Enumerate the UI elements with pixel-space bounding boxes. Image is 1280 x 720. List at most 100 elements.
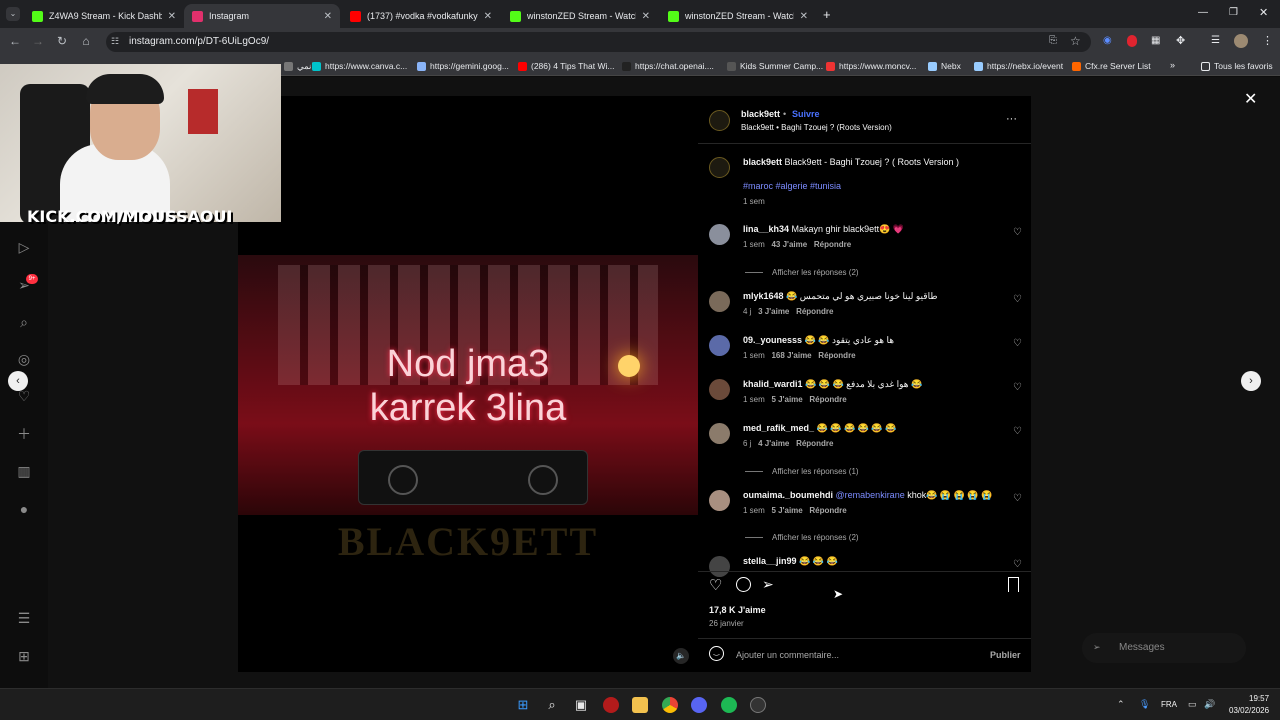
tab-close-icon[interactable]: ✕ <box>168 11 176 22</box>
task-view-icon[interactable]: ▣ <box>573 697 589 713</box>
comment-mention[interactable]: @remabenkirane <box>836 490 905 500</box>
like-icon[interactable]: ♡ <box>709 576 722 594</box>
language-indicator[interactable]: FRA <box>1161 700 1177 709</box>
view-replies-button[interactable]: Afficher les réponses (2) <box>745 533 859 542</box>
create-icon[interactable]: ＋ <box>16 426 32 442</box>
search-taskbar-icon[interactable]: ⌕ <box>544 697 560 713</box>
previous-post-button[interactable]: ‹ <box>8 371 28 391</box>
bookmark-item[interactable]: https://www.canva.c... <box>312 61 407 71</box>
comment-reply-button[interactable]: Répondre <box>818 351 855 360</box>
comment-username[interactable]: 09._younesss <box>743 335 802 345</box>
network-icon[interactable]: ▭ <box>1188 699 1197 710</box>
tab-close-icon[interactable]: ✕ <box>324 11 332 22</box>
comment-likes[interactable]: 3 J'aime <box>758 307 789 316</box>
next-post-button[interactable]: › <box>1241 371 1261 391</box>
tray-chevron-icon[interactable]: ⌃ <box>1117 699 1125 710</box>
dashboard-icon[interactable]: ▥ <box>16 463 32 479</box>
comment-username[interactable]: mlyk1648 <box>743 291 784 301</box>
also-from-meta-icon[interactable]: ⊞ <box>16 648 32 664</box>
browser-tab[interactable]: (1737) #vodka #vodkafunky #v ✕ <box>342 4 500 28</box>
comment-username[interactable]: khalid_wardi1 <box>743 379 803 389</box>
url-text[interactable]: instagram.com/p/DT-6UiLgOc9/ <box>129 36 269 47</box>
tab-close-icon[interactable]: ✕ <box>484 11 492 22</box>
all-bookmarks[interactable]: Tous les favoris <box>1201 61 1273 71</box>
audio-subtitle[interactable]: Black9ett • Baghi Tzouej ? (Roots Versio… <box>741 123 892 132</box>
comment-like-icon[interactable]: ♡ <box>1013 382 1022 393</box>
bookmark-item[interactable]: https://gemini.goog... <box>417 61 509 71</box>
tab-close-icon[interactable]: ✕ <box>800 11 808 22</box>
bookmark-item[interactable]: Cfx.re Server List <box>1072 61 1151 71</box>
caption-username[interactable]: black9ett <box>743 157 782 167</box>
comment-like-icon[interactable]: ♡ <box>1013 559 1022 570</box>
extension-red-icon[interactable] <box>1127 35 1137 47</box>
mute-icon[interactable]: 🔈 <box>673 648 689 664</box>
app-dark-icon[interactable] <box>750 697 766 713</box>
close-window-button[interactable]: ✕ <box>1259 6 1268 19</box>
bookmarks-overflow-icon[interactable]: » <box>1170 60 1175 70</box>
close-post-icon[interactable]: ✕ <box>1244 89 1257 109</box>
caption-hashtags[interactable]: #maroc #algerie #tunisia <box>743 181 841 191</box>
mic-icon[interactable]: 🎙 <box>1139 699 1150 710</box>
app-red-icon[interactable] <box>603 697 619 713</box>
comment-likes[interactable]: 168 J'aime <box>771 351 811 360</box>
browser-menu-icon[interactable]: ⋮ <box>1262 34 1273 47</box>
comment-reply-button[interactable]: Répondre <box>809 506 846 515</box>
author-avatar[interactable] <box>709 110 730 131</box>
emoji-icon[interactable]: ‿ <box>709 646 724 661</box>
tab-close-icon[interactable]: ✕ <box>642 11 650 22</box>
bookmark-item[interactable]: https://chat.openai.... <box>622 61 714 71</box>
browser-tab[interactable]: Instagram ✕ <box>184 4 340 28</box>
profile-avatar[interactable] <box>1234 34 1248 48</box>
volume-icon[interactable]: 🔊 <box>1204 699 1215 710</box>
likes-count[interactable]: 17,8 K J'aime <box>709 605 766 615</box>
view-replies-button[interactable]: Afficher les réponses (1) <box>745 467 859 476</box>
comment-likes[interactable]: 43 J'aime <box>771 240 807 249</box>
comment-reply-button[interactable]: Répondre <box>796 307 833 316</box>
browser-tab[interactable]: winstonZED Stream - Watch Live ✕ <box>660 4 816 28</box>
comment-reply-button[interactable]: Répondre <box>796 439 833 448</box>
comment-username[interactable]: lina__kh34 <box>743 224 789 234</box>
comment-like-icon[interactable]: ♡ <box>1013 227 1022 238</box>
bookmark-item[interactable]: (286) 4 Tips That Wi... <box>518 61 614 71</box>
tab-search-button[interactable]: ⌄ <box>6 7 20 21</box>
bookmark-item[interactable]: https://www.moncv... <box>826 61 916 71</box>
comment-avatar[interactable] <box>709 224 730 245</box>
save-icon[interactable] <box>1008 577 1019 592</box>
install-icon[interactable]: ⎘ <box>1049 35 1057 46</box>
file-explorer-icon[interactable] <box>632 697 648 713</box>
spotify-icon[interactable] <box>721 697 737 713</box>
bookmark-item[interactable]: انمي <box>284 61 314 72</box>
home-icon[interactable]: ⌂ <box>78 34 94 48</box>
caption-avatar[interactable] <box>709 157 730 178</box>
discord-icon[interactable] <box>691 697 707 713</box>
maximize-button[interactable]: ❐ <box>1229 7 1238 18</box>
comment-reply-button[interactable]: Répondre <box>809 395 846 404</box>
extensions-puzzle-icon[interactable]: ✥ <box>1176 34 1185 47</box>
post-options-icon[interactable]: ··· <box>1006 113 1017 125</box>
comment-username[interactable]: oumaima._boumehdi <box>743 490 833 500</box>
bookmark-star-icon[interactable]: ☆ <box>1070 34 1081 48</box>
comment-like-icon[interactable]: ♡ <box>1013 338 1022 349</box>
author-username[interactable]: black9ett <box>741 109 780 119</box>
follow-button[interactable]: Suivre <box>792 109 820 119</box>
reading-list-icon[interactable]: ☰ <box>1211 35 1220 46</box>
comment-like-icon[interactable]: ♡ <box>1013 294 1022 305</box>
comment-username[interactable]: med_rafik_med_ <box>743 423 814 433</box>
browser-tab[interactable]: Z4WA9 Stream - Kick Dashboard ✕ <box>24 4 184 28</box>
reload-icon[interactable]: ↻ <box>54 34 70 48</box>
reels-icon[interactable]: ▷ <box>16 239 32 255</box>
search-icon[interactable]: ⌕ <box>16 314 32 330</box>
chrome-icon[interactable] <box>662 697 678 713</box>
comment-input[interactable]: Ajouter un commentaire... <box>736 650 839 660</box>
forward-icon[interactable]: → <box>30 34 46 48</box>
profile-icon[interactable]: ● <box>16 501 32 517</box>
comment-likes[interactable]: 5 J'aime <box>771 395 802 404</box>
comment-avatar[interactable] <box>709 490 730 511</box>
bookmark-item[interactable]: https://nebx.io/event <box>974 61 1063 71</box>
start-icon[interactable]: ⊞ <box>515 697 531 713</box>
comment-avatar[interactable] <box>709 291 730 312</box>
view-replies-button[interactable]: Afficher les réponses (2) <box>745 268 859 277</box>
comment-avatar[interactable] <box>709 556 730 577</box>
comment-avatar[interactable] <box>709 423 730 444</box>
clock-date[interactable]: 03/02/2026 <box>1229 706 1269 715</box>
